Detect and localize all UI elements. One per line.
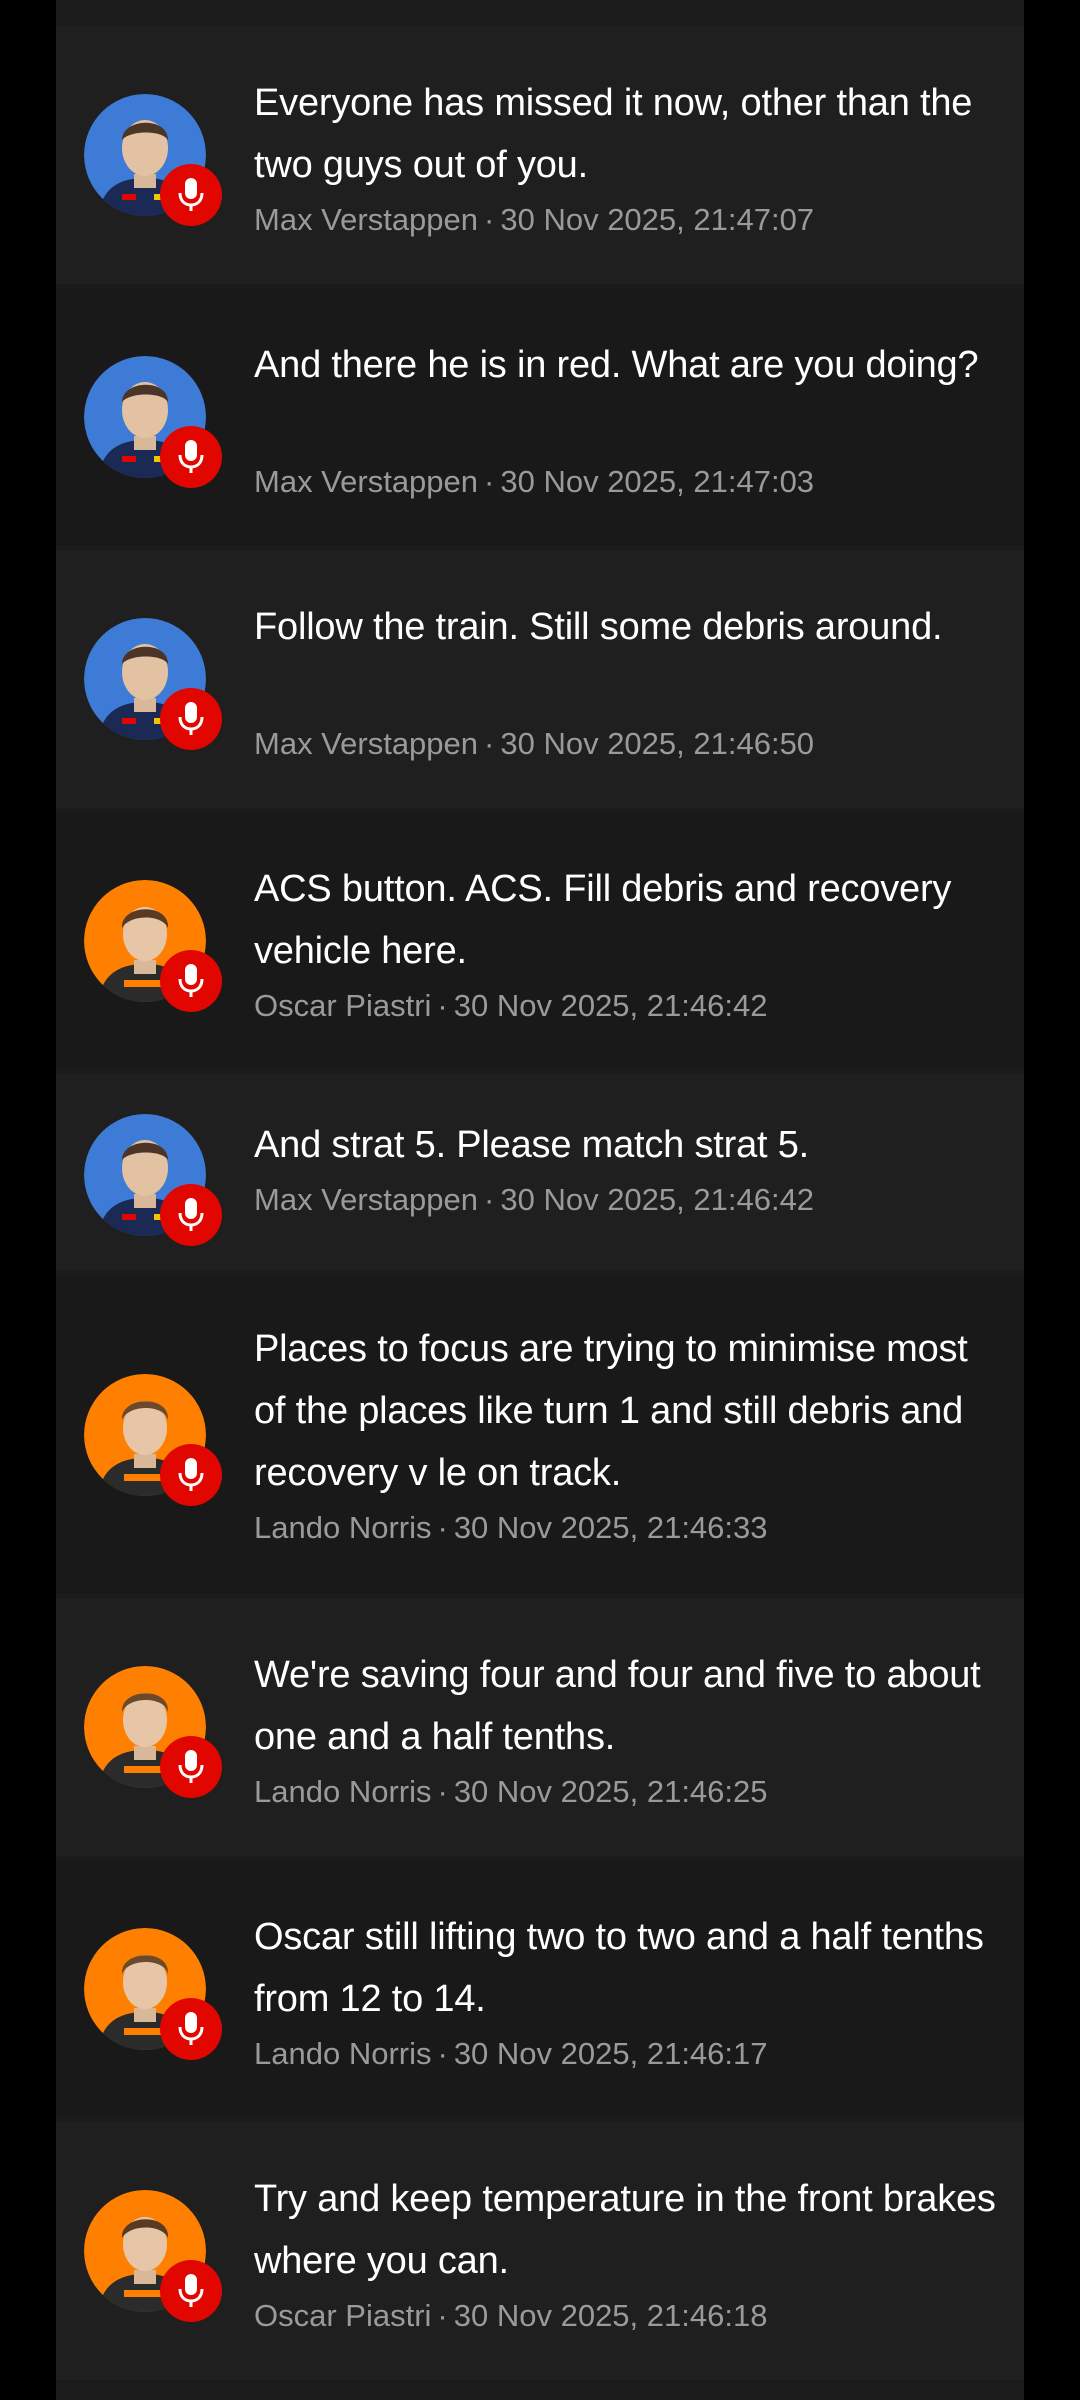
meta-separator: ·	[437, 1774, 448, 1809]
radio-message[interactable]: And strat 5. Please match strat 5. Max V…	[56, 1074, 1024, 1270]
driver-name: Lando Norris	[254, 1510, 432, 1545]
message-meta: Max Verstappen · 30 Nov 2025, 21:46:50	[254, 724, 1002, 764]
microphone-icon[interactable]	[160, 1736, 222, 1798]
driver-name: Max Verstappen	[254, 1182, 479, 1217]
radio-message[interactable]: Try and keep temperature in the front br…	[56, 2122, 1024, 2380]
message-meta: Oscar Piastri · 30 Nov 2025, 21:46:18	[254, 2296, 1002, 2336]
meta-separator: ·	[437, 2298, 448, 2333]
message-text: ACS button. ACS. Fill debris and recover…	[254, 868, 952, 972]
radio-message[interactable]: And there he is in red. What are you doi…	[56, 288, 1024, 546]
radio-message[interactable]: Everyone has missed it now, other than t…	[56, 26, 1024, 284]
message-text: Try and keep temperature in the front br…	[254, 2178, 996, 2282]
radio-message[interactable]: We're saving four and four and five to a…	[56, 1598, 1024, 1856]
driver-avatar-wrap	[84, 880, 222, 1012]
message-timestamp: 30 Nov 2025, 21:47:03	[500, 464, 815, 499]
microphone-icon[interactable]	[160, 1998, 222, 2060]
message-meta: Lando Norris · 30 Nov 2025, 21:46:25	[254, 1772, 1002, 1812]
message-meta: Max Verstappen · 30 Nov 2025, 21:47:07	[254, 200, 1002, 240]
message-meta: Max Verstappen · 30 Nov 2025, 21:47:03	[254, 462, 1002, 502]
message-meta: Oscar Piastri · 30 Nov 2025, 21:46:42	[254, 986, 1002, 1026]
driver-name: Max Verstappen	[254, 464, 479, 499]
driver-avatar-wrap	[84, 94, 222, 226]
message-timestamp: 30 Nov 2025, 21:46:25	[453, 1774, 768, 1809]
message-meta: Lando Norris · 30 Nov 2025, 21:46:17	[254, 2034, 1002, 2074]
message-timestamp: 30 Nov 2025, 21:46:18	[453, 2298, 768, 2333]
driver-name: Max Verstappen	[254, 726, 479, 761]
message-timestamp: 30 Nov 2025, 21:46:50	[500, 726, 815, 761]
team-radio-feed[interactable]: Everyone has missed it now, other than t…	[56, 0, 1024, 2400]
meta-separator: ·	[484, 464, 495, 499]
driver-avatar-wrap	[84, 2190, 222, 2322]
microphone-icon[interactable]	[160, 1184, 222, 1246]
driver-avatar-wrap	[84, 618, 222, 750]
driver-avatar-wrap	[84, 1928, 222, 2060]
driver-avatar-wrap	[84, 1666, 222, 1798]
message-text: Follow the train. Still some debris arou…	[254, 606, 943, 648]
driver-name: Lando Norris	[254, 1774, 432, 1809]
microphone-icon[interactable]	[160, 1444, 222, 1506]
message-timestamp: 30 Nov 2025, 21:46:33	[453, 1510, 768, 1545]
microphone-icon[interactable]	[160, 426, 222, 488]
message-timestamp: 30 Nov 2025, 21:47:07	[500, 202, 815, 237]
meta-separator: ·	[437, 1510, 448, 1545]
microphone-icon[interactable]	[160, 2260, 222, 2322]
message-text: And strat 5. Please match strat 5.	[254, 1124, 810, 1166]
message-timestamp: 30 Nov 2025, 21:46:17	[453, 2036, 768, 2071]
radio-message[interactable]: Places to focus are trying to minimise m…	[56, 1274, 1024, 1594]
driver-avatar-wrap	[84, 1114, 222, 1246]
driver-name: Max Verstappen	[254, 202, 479, 237]
message-meta: Lando Norris · 30 Nov 2025, 21:46:33	[254, 1508, 1002, 1548]
meta-separator: ·	[484, 726, 495, 761]
meta-separator: ·	[484, 202, 495, 237]
message-timestamp: 30 Nov 2025, 21:46:42	[453, 988, 768, 1023]
microphone-icon[interactable]	[160, 950, 222, 1012]
meta-separator: ·	[484, 1182, 495, 1217]
driver-avatar-wrap	[84, 1374, 222, 1506]
message-text: Oscar still lifting two to two and a hal…	[254, 1916, 984, 2020]
driver-avatar-wrap	[84, 356, 222, 488]
radio-message[interactable]: ACS button. ACS. Fill debris and recover…	[56, 812, 1024, 1070]
radio-message[interactable]: Oscar still lifting two to two and a hal…	[56, 1860, 1024, 2118]
driver-name: Oscar Piastri	[254, 2298, 432, 2333]
message-text: And there he is in red. What are you doi…	[254, 344, 979, 386]
message-meta: Max Verstappen · 30 Nov 2025, 21:46:42	[254, 1180, 1002, 1220]
message-text: Everyone has missed it now, other than t…	[254, 82, 973, 186]
microphone-icon[interactable]	[160, 164, 222, 226]
message-timestamp: 30 Nov 2025, 21:46:42	[500, 1182, 815, 1217]
driver-name: Lando Norris	[254, 2036, 432, 2071]
message-text: We're saving four and four and five to a…	[254, 1654, 981, 1758]
message-text: Places to focus are trying to minimise m…	[254, 1328, 968, 1494]
meta-separator: ·	[437, 988, 448, 1023]
microphone-icon[interactable]	[160, 688, 222, 750]
meta-separator: ·	[437, 2036, 448, 2071]
driver-name: Oscar Piastri	[254, 988, 432, 1023]
radio-message[interactable]: Follow the train. Still some debris arou…	[56, 550, 1024, 808]
